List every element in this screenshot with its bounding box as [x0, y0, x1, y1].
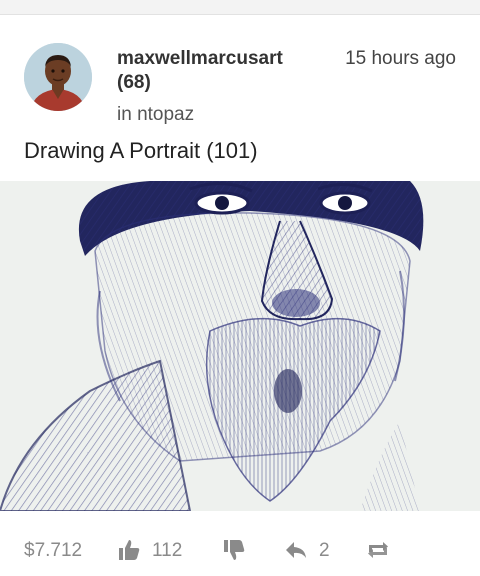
- post-title[interactable]: Drawing A Portrait (101): [24, 137, 258, 165]
- post-footer: $7.712 112 2: [0, 532, 480, 568]
- resteem-icon[interactable]: [366, 539, 390, 561]
- vote-count[interactable]: 112: [152, 540, 182, 562]
- author-name[interactable]: maxwellmarcusart: [117, 47, 283, 71]
- thumbs-up-icon[interactable]: [117, 538, 141, 562]
- author-avatar[interactable]: [24, 43, 92, 111]
- thumbs-down-icon[interactable]: [222, 538, 246, 562]
- author-reputation: (68): [117, 72, 151, 93]
- payout-value[interactable]: $7.712: [24, 540, 82, 562]
- post-card[interactable]: maxwellmarcusart (68) in ntopaz 15 hours…: [0, 15, 480, 576]
- reply-count[interactable]: 2: [319, 540, 330, 562]
- post-image[interactable]: [0, 181, 480, 511]
- community-tag[interactable]: in ntopaz: [117, 103, 194, 127]
- post-timestamp[interactable]: 15 hours ago: [345, 47, 456, 71]
- reply-icon[interactable]: [284, 539, 308, 561]
- top-strip: [0, 0, 480, 15]
